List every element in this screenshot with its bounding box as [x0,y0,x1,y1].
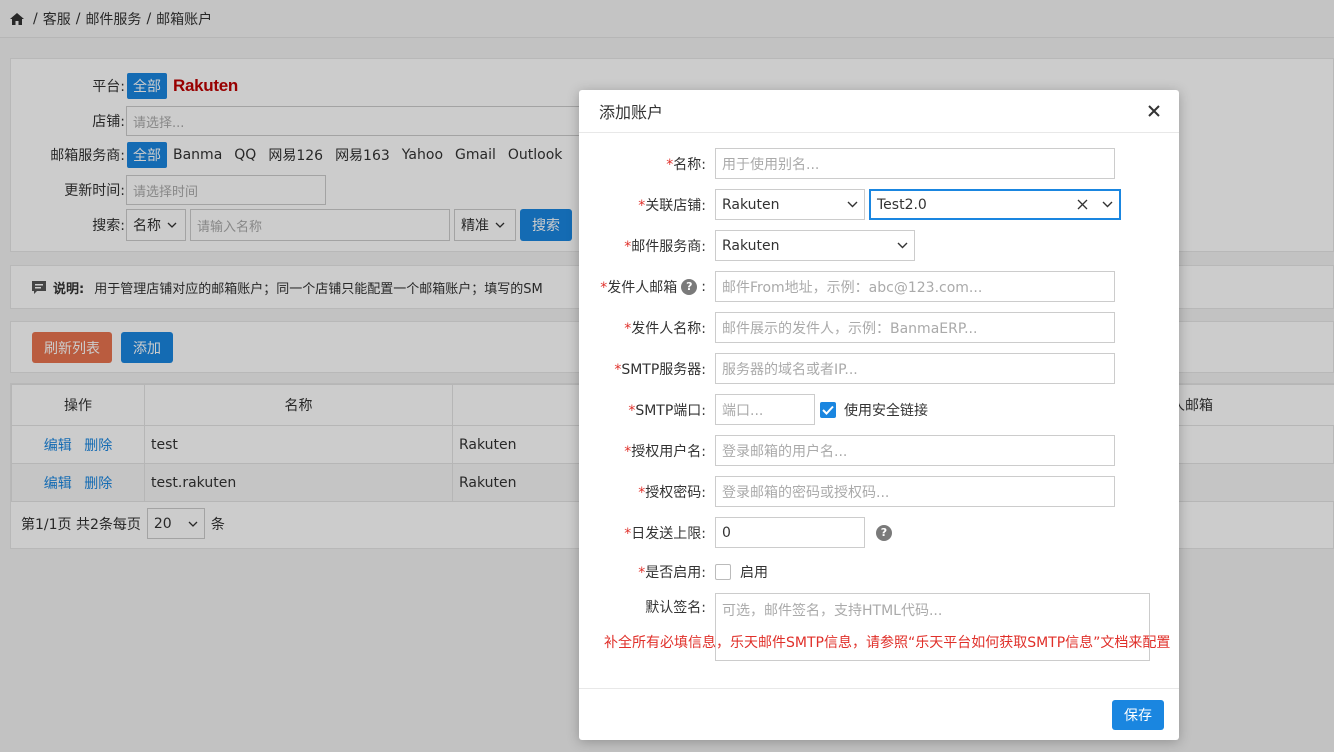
store-row: *关联店铺: Rakuten Test2.0 [579,189,1121,220]
provider-select[interactable]: Rakuten [715,230,915,261]
dialog-title: 添加账户 [599,103,664,122]
ssl-label[interactable]: 使用安全链接 [844,400,928,420]
enabled-checkbox[interactable] [715,564,731,580]
enabled-row: *是否启用: 启用 [579,562,768,582]
chevron-down-icon [847,201,858,208]
smtp-port-row: *SMTP端口: 端口... 使用安全链接 [579,394,928,425]
help-icon[interactable]: ? [876,524,892,541]
save-button[interactable]: 保存 [1112,700,1164,730]
sender-name-row: *发件人名称: 邮件展示的发件人，示例：BanmaERP... [579,312,1115,343]
add-account-dialog: 添加账户 *名称: 用于使用别名... *关联店铺: Rakuten Test2… [579,90,1179,740]
auth-password-input[interactable]: 登录邮箱的密码或授权码... [715,476,1115,507]
enabled-label[interactable]: 启用 [740,562,768,582]
smtp-port-input[interactable]: 端口... [715,394,815,425]
check-icon [822,405,834,415]
smtp-server-row: *SMTP服务器: 服务器的域名或者IP... [579,353,1115,384]
provider-row: *邮件服务商: Rakuten [579,230,915,261]
help-icon[interactable]: ? [681,278,698,295]
close-icon[interactable] [1145,102,1163,120]
auth-password-row: *授权密码: 登录邮箱的密码或授权码... [579,476,1115,507]
chevron-down-icon [1102,201,1113,208]
auth-user-row: *授权用户名: 登录邮箱的用户名... [579,435,1115,466]
dialog-footer: 保存 [579,688,1179,740]
name-row: *名称: 用于使用别名... [579,148,1115,179]
daily-limit-input[interactable]: 0 [715,517,865,548]
from-email-row: *发件人邮箱 ? : 邮件From地址，示例：abc@123.com... [579,271,1115,302]
chevron-down-icon [897,242,908,249]
ssl-checkbox[interactable] [820,401,836,418]
store-platform-select[interactable]: Rakuten [715,189,865,220]
smtp-server-input[interactable]: 服务器的域名或者IP... [715,353,1115,384]
name-input[interactable]: 用于使用别名... [715,148,1115,179]
validation-message: 补全所有必填信息，乐天邮件SMTP信息，请参照“乐天平台如何获取SMTP信息”文… [604,635,1171,651]
clear-icon[interactable] [1077,199,1088,210]
from-email-input[interactable]: 邮件From地址，示例：abc@123.com... [715,271,1115,302]
dialog-header: 添加账户 [579,90,1179,133]
auth-user-input[interactable]: 登录邮箱的用户名... [715,435,1115,466]
daily-limit-row: *日发送上限: 0 ? [579,517,892,548]
sender-name-input[interactable]: 邮件展示的发件人，示例：BanmaERP... [715,312,1115,343]
store-select[interactable]: Test2.0 [869,189,1121,220]
